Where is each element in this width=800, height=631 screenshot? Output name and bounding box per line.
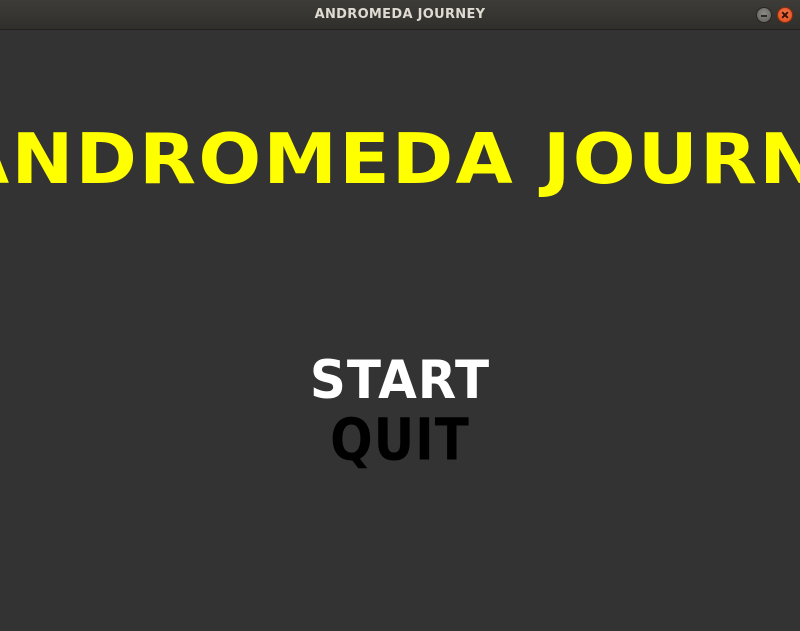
minimize-icon[interactable] <box>756 7 772 23</box>
window-title: ANDROMEDA JOURNEY <box>314 7 486 22</box>
quit-menu-item[interactable]: QUIT <box>0 408 800 472</box>
game-title: ANDROMEDA JOURNEY <box>0 119 800 200</box>
start-menu-item[interactable]: START <box>0 351 800 410</box>
window-titlebar[interactable]: ANDROMEDA JOURNEY <box>0 0 800 30</box>
game-canvas: ANDROMEDA JOURNEY START QUIT <box>0 30 800 631</box>
game-window: ANDROMEDA JOURNEY ANDROMEDA JOURNEY STAR… <box>0 0 800 631</box>
close-icon[interactable] <box>777 7 793 23</box>
